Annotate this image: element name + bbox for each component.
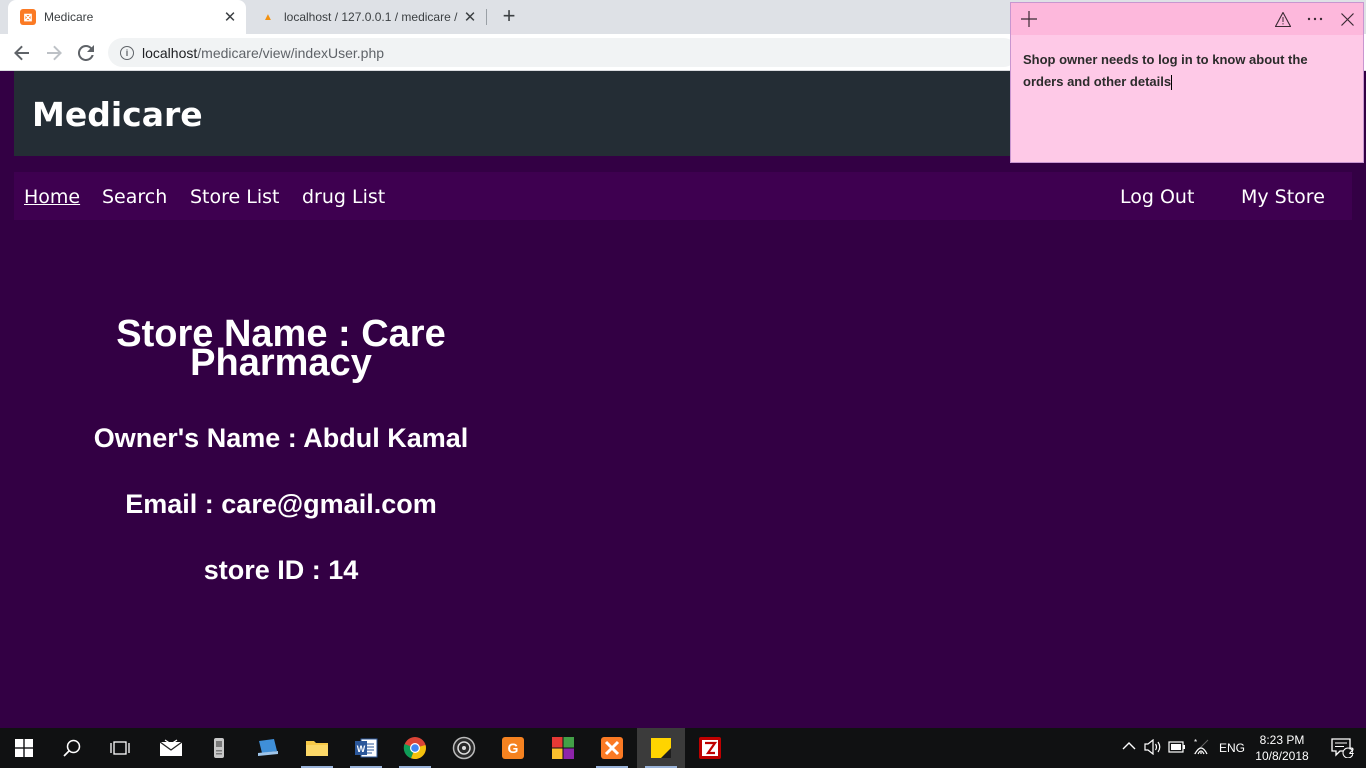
task-view-button[interactable] bbox=[96, 728, 144, 768]
more-options-button[interactable] bbox=[1303, 7, 1327, 31]
tab-medicare[interactable]: ⊠ Medicare ✕ bbox=[8, 0, 246, 34]
language-indicator[interactable]: ENG bbox=[1219, 741, 1245, 755]
sticky-notes-icon bbox=[651, 738, 671, 758]
taskbar-chrome[interactable] bbox=[391, 728, 439, 768]
word-icon: W bbox=[355, 738, 378, 758]
taskbar-pdf-app[interactable]: G bbox=[489, 728, 537, 768]
taskbar-search-button[interactable] bbox=[48, 728, 96, 768]
taskbar-clock[interactable]: 8:23 PM 10/8/2018 bbox=[1250, 732, 1314, 764]
store-info: Store Name : Care Pharmacy Owner's Name … bbox=[60, 315, 502, 585]
close-icon bbox=[1340, 12, 1354, 26]
reload-button[interactable] bbox=[73, 40, 99, 66]
arrow-left-icon bbox=[14, 45, 29, 61]
file-explorer-icon bbox=[306, 741, 328, 756]
nav-drug-list[interactable]: drug List bbox=[302, 186, 385, 208]
text-caret bbox=[1171, 75, 1173, 91]
taskbar-file-explorer[interactable] bbox=[293, 728, 341, 768]
sticky-note: Shop owner needs to log in to know about… bbox=[1010, 2, 1364, 163]
info-icon[interactable]: i bbox=[120, 45, 134, 60]
nav-my-store[interactable]: My Store bbox=[1241, 186, 1325, 208]
phpmyadmin-icon: ▲ bbox=[263, 11, 273, 23]
svg-text:*: * bbox=[1194, 738, 1197, 747]
plus-icon bbox=[1021, 11, 1037, 27]
taskbar-device-app[interactable] bbox=[195, 728, 243, 768]
store-name: Store Name : Care Pharmacy bbox=[60, 315, 502, 382]
tab-title: localhost / 127.0.0.1 / medicare / bbox=[284, 10, 458, 24]
games-icon bbox=[552, 737, 574, 759]
warning-button[interactable] bbox=[1271, 7, 1295, 31]
sticky-note-content: Shop owner needs to log in to know about… bbox=[1023, 52, 1308, 89]
xampp-icon: ⊠ bbox=[20, 9, 36, 25]
tab-title: Medicare bbox=[44, 10, 94, 24]
store-id: store ID : 14 bbox=[203, 555, 359, 585]
arrow-right-icon bbox=[47, 45, 62, 61]
taskbar-xampp[interactable] bbox=[588, 728, 636, 768]
svg-text:W: W bbox=[357, 744, 366, 754]
tab-separator bbox=[486, 9, 487, 25]
add-note-button[interactable] bbox=[1017, 7, 1041, 31]
store-email: Email : care@gmail.com bbox=[125, 489, 437, 519]
media-icon bbox=[452, 736, 476, 760]
nav-log-out[interactable]: Log Out bbox=[1120, 186, 1194, 208]
action-center-button[interactable]: 2 bbox=[1318, 728, 1366, 768]
svg-text:G: G bbox=[508, 740, 519, 756]
taskbar-mail[interactable] bbox=[147, 728, 195, 768]
taskbar-media-app[interactable] bbox=[440, 728, 488, 768]
taskbar: W G * ENG 8:23 PM 10/8/2018 2 bbox=[0, 728, 1366, 768]
taskbar-network-app[interactable] bbox=[244, 728, 292, 768]
more-icon bbox=[1307, 17, 1323, 21]
site-title[interactable]: Medicare bbox=[32, 95, 203, 134]
start-button[interactable] bbox=[0, 728, 48, 768]
xampp-icon bbox=[601, 737, 623, 759]
sticky-note-text[interactable]: Shop owner needs to log in to know about… bbox=[1023, 49, 1349, 93]
back-button[interactable] bbox=[9, 40, 35, 66]
filezilla-icon bbox=[699, 737, 721, 759]
windows-start-icon bbox=[15, 739, 33, 757]
nav-search[interactable]: Search bbox=[102, 186, 167, 208]
mail-icon bbox=[159, 739, 183, 756]
close-note-button[interactable] bbox=[1335, 7, 1359, 31]
clock-date: 10/8/2018 bbox=[1255, 749, 1309, 763]
device-icon bbox=[214, 738, 224, 758]
url-path: /medicare/view/indexUser.php bbox=[197, 44, 385, 61]
owner-name: Owner's Name : Abdul Kamal bbox=[93, 423, 469, 453]
close-icon[interactable]: ✕ bbox=[460, 7, 480, 27]
pdf-app-icon: G bbox=[502, 737, 524, 759]
new-tab-button[interactable]: + bbox=[497, 5, 521, 29]
forward-button[interactable] bbox=[41, 40, 67, 66]
taskbar-word[interactable]: W bbox=[342, 728, 390, 768]
site-nav: Home Search Store List drug List Log Out… bbox=[14, 172, 1352, 220]
address-bar[interactable]: i localhost/medicare/view/indexUser.php bbox=[108, 38, 1018, 67]
wifi-icon[interactable]: * bbox=[1192, 738, 1210, 759]
warning-icon bbox=[1275, 11, 1291, 27]
taskbar-games-app[interactable] bbox=[539, 728, 587, 768]
url-host: localhost bbox=[142, 44, 198, 61]
reload-icon bbox=[78, 45, 94, 61]
tab-phpmyadmin[interactable]: ▲ localhost / 127.0.0.1 / medicare / ✕ bbox=[248, 0, 486, 34]
search-icon bbox=[63, 739, 81, 757]
task-view-icon bbox=[110, 741, 130, 755]
chevron-up-icon[interactable] bbox=[1122, 740, 1136, 754]
battery-icon[interactable] bbox=[1168, 741, 1186, 756]
nav-store-list[interactable]: Store List bbox=[190, 186, 279, 208]
nav-home[interactable]: Home bbox=[24, 186, 80, 208]
sticky-note-titlebar[interactable] bbox=[1011, 3, 1363, 35]
network-app-icon bbox=[258, 739, 278, 756]
taskbar-sticky-notes[interactable] bbox=[637, 728, 685, 768]
taskbar-filezilla[interactable] bbox=[686, 728, 734, 768]
clock-time: 8:23 PM bbox=[1259, 733, 1305, 747]
chrome-icon bbox=[403, 737, 426, 760]
notification-count: 2 bbox=[1349, 746, 1355, 756]
volume-icon[interactable] bbox=[1144, 738, 1162, 758]
close-icon[interactable]: ✕ bbox=[220, 7, 240, 27]
